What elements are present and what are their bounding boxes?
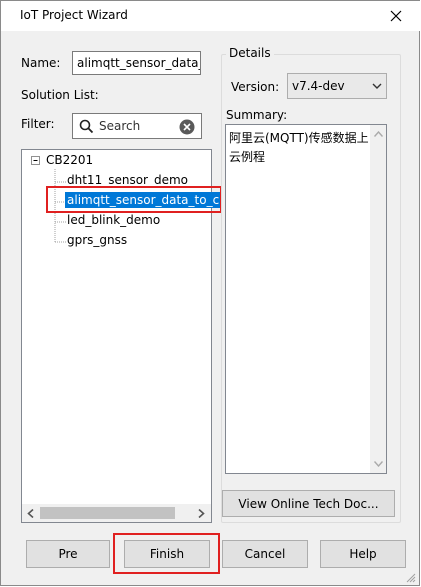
scroll-down-icon[interactable]: [374, 461, 383, 467]
tree-item[interactable]: gprs_gnss: [67, 233, 127, 247]
scrollbar-thumb[interactable]: [40, 507, 175, 519]
scroll-up-icon[interactable]: [374, 131, 383, 137]
name-input[interactable]: alimqtt_sensor_data_t: [72, 51, 201, 75]
wizard-window: IoT Project Wizard Name: alimqtt_sensor_…: [0, 0, 420, 586]
cancel-button[interactable]: Cancel: [222, 540, 308, 568]
solution-list-label: Solution List:: [21, 88, 99, 102]
scroll-right-icon[interactable]: [198, 509, 205, 518]
title-bar: IoT Project Wizard: [1, 1, 420, 31]
tree-horizontal-scrollbar[interactable]: [22, 504, 211, 522]
details-group-title: Details: [226, 46, 274, 60]
help-button[interactable]: Help: [320, 540, 406, 568]
summary-label: Summary:: [226, 108, 288, 122]
search-icon: [79, 119, 94, 134]
summary-vertical-scrollbar[interactable]: [370, 125, 386, 473]
window-title: IoT Project Wizard: [20, 8, 128, 22]
collapse-icon[interactable]: [31, 156, 41, 166]
tree-root-cb2201[interactable]: CB2201: [46, 153, 93, 167]
close-icon: [390, 10, 402, 22]
filter-placeholder: Search: [99, 119, 141, 133]
pre-button[interactable]: Pre: [26, 540, 110, 568]
tree-item[interactable]: dht11_sensor_demo: [67, 173, 188, 187]
name-label: Name:: [21, 56, 61, 70]
version-select[interactable]: v7.4-dev: [287, 73, 387, 99]
summary-textarea[interactable]: 阿里云(MQTT)传感数据上云例程: [225, 124, 387, 474]
version-value: v7.4-dev: [292, 79, 345, 93]
summary-text: 阿里云(MQTT)传感数据上云例程: [229, 131, 369, 164]
filter-label: Filter:: [21, 117, 55, 131]
version-label: Version:: [231, 80, 280, 94]
close-button[interactable]: [383, 4, 409, 28]
view-online-docs-button[interactable]: View Online Tech Doc...: [222, 490, 395, 517]
highlight-box: [46, 186, 222, 213]
chevron-down-icon: [372, 83, 382, 89]
highlight-box: [113, 533, 220, 574]
tree-item[interactable]: led_blink_demo: [67, 213, 160, 227]
clear-search-icon[interactable]: [179, 119, 195, 135]
scroll-left-icon[interactable]: [27, 509, 34, 518]
resize-grip-icon[interactable]: [404, 571, 416, 583]
filter-search-input[interactable]: Search: [72, 113, 202, 139]
